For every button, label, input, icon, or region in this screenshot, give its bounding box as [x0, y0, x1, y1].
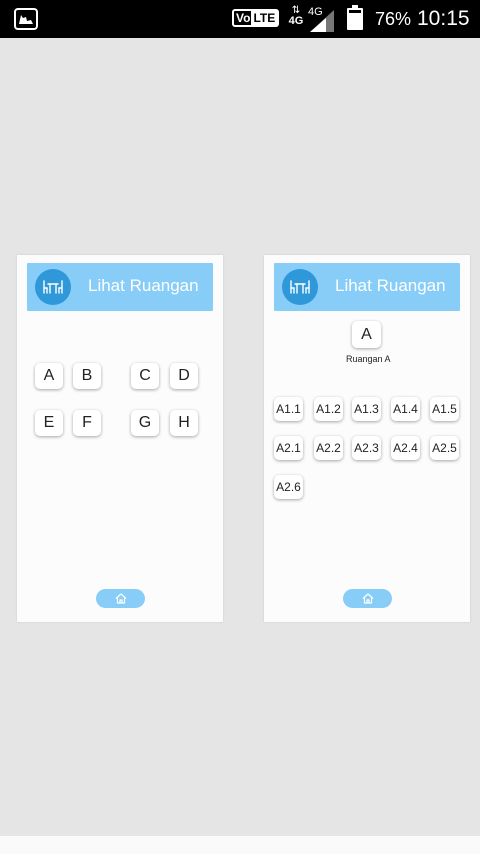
- room-button-a1-5[interactable]: A1.5: [430, 397, 459, 421]
- right-card: Lihat Ruangan A Ruangan A A1.1 A1.2 A1.3…: [264, 255, 470, 622]
- building-button-g[interactable]: G: [131, 410, 159, 436]
- clock: 10:15: [417, 7, 470, 30]
- home-icon: [115, 593, 126, 604]
- volte-text: Vo: [236, 11, 251, 25]
- room-button-a2-6[interactable]: A2.6: [274, 475, 303, 499]
- left-card: Lihat Ruangan A B C D E F G H: [17, 255, 223, 622]
- room-button-a2-5[interactable]: A2.5: [430, 436, 459, 460]
- room-button-a2-4[interactable]: A2.4: [391, 436, 420, 460]
- room-button-a2-1[interactable]: A2.1: [274, 436, 303, 460]
- status-bar: Vo LTE ⇅ 4G 4G 76% 10:15: [0, 0, 480, 38]
- building-button-c[interactable]: C: [131, 363, 159, 389]
- building-button-h[interactable]: H: [170, 410, 198, 436]
- navigation-bar: [0, 836, 480, 854]
- battery-percent: 76%: [375, 9, 412, 29]
- home-button[interactable]: [343, 589, 392, 608]
- data-arrows-icon: ⇅ 4G: [288, 5, 304, 27]
- volte-indicator: Vo LTE: [232, 9, 280, 27]
- network-type-small: 4G: [288, 15, 304, 27]
- card-header: Lihat Ruangan: [27, 263, 213, 311]
- page-title: Lihat Ruangan: [88, 276, 199, 295]
- home-icon: [362, 593, 373, 604]
- page-title: Lihat Ruangan: [335, 276, 446, 295]
- table-chairs-icon: [35, 269, 71, 305]
- building-button-b[interactable]: B: [73, 363, 101, 389]
- home-button[interactable]: [96, 589, 145, 608]
- room-button-a1-4[interactable]: A1.4: [391, 397, 420, 421]
- room-button-a1-3[interactable]: A1.3: [352, 397, 381, 421]
- signal-icon: [310, 10, 334, 32]
- room-button-a2-2[interactable]: A2.2: [314, 436, 343, 460]
- room-button-a[interactable]: A: [352, 321, 381, 348]
- table-chairs-icon: [282, 269, 318, 305]
- building-button-e[interactable]: E: [35, 410, 63, 436]
- card-header: Lihat Ruangan: [274, 263, 460, 311]
- lte-text: LTE: [251, 11, 278, 25]
- room-button-a1-2[interactable]: A1.2: [314, 397, 343, 421]
- building-button-a[interactable]: A: [35, 363, 63, 389]
- battery-icon: [347, 5, 363, 30]
- building-button-f[interactable]: F: [73, 410, 101, 436]
- room-caption: Ruangan A: [346, 354, 391, 364]
- app-notification-icon: [14, 8, 38, 30]
- building-button-d[interactable]: D: [170, 363, 198, 389]
- room-button-a2-3[interactable]: A2.3: [352, 436, 381, 460]
- room-button-a1-1[interactable]: A1.1: [274, 397, 303, 421]
